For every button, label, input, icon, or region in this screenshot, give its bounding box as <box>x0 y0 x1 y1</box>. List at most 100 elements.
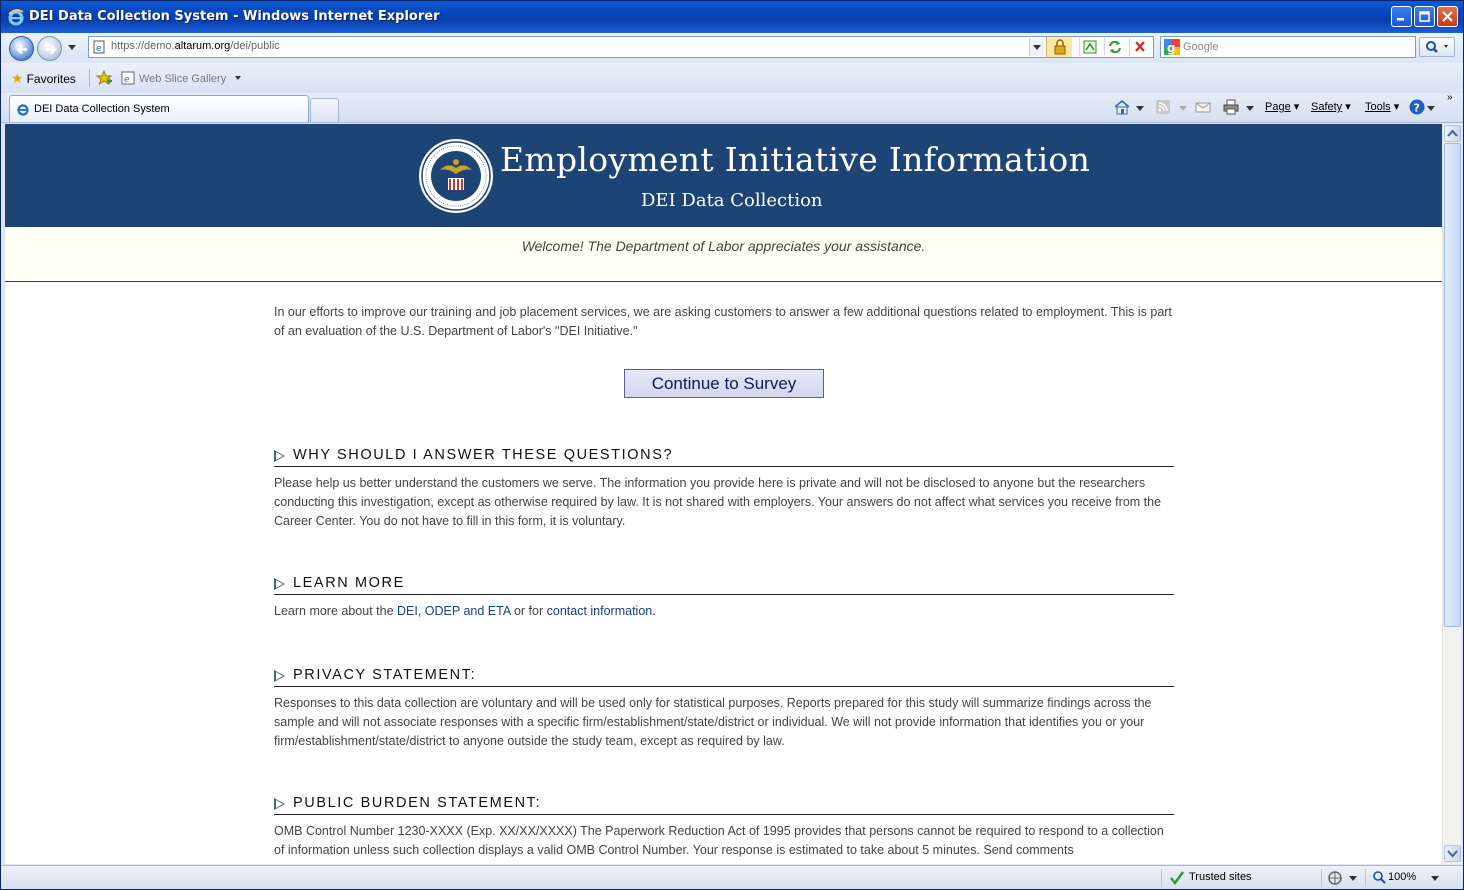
chevron-down-icon[interactable] <box>1431 876 1439 881</box>
section-privacy-title: PRIVACY STATEMENT: <box>293 667 477 683</box>
section-why-title: WHY SHOULD I ANSWER THESE QUESTIONS? <box>293 447 674 463</box>
url-prefix: https://demo. <box>111 40 175 52</box>
navigation-bar: e https://demo.altarum.org/dei/public g … <box>1 33 1463 63</box>
address-bar[interactable]: e https://demo.altarum.org/dei/public <box>88 36 1154 58</box>
web-slice-gallery-label: Web Slice Gallery <box>139 73 227 85</box>
internet-explorer-icon <box>17 104 29 116</box>
title-bar: DEI Data Collection System - Windows Int… <box>1 1 1463 33</box>
search-icon <box>1426 41 1448 53</box>
section-why: WHY SHOULD I ANSWER THESE QUESTIONS? Ple… <box>274 443 1174 531</box>
scroll-up-arrow-icon <box>1447 129 1458 137</box>
intro-text: In our efforts to improve our training a… <box>274 305 1172 338</box>
favorites-bar: ★ Favorites e Web Slice Gallery <box>1 63 1463 93</box>
browser-window: DEI Data Collection System - Windows Int… <box>0 0 1464 890</box>
odep-eta-link[interactable]: ODEP and ETA <box>425 604 511 618</box>
section-why-body: Please help us better understand the cus… <box>274 476 1162 528</box>
chevron-down-icon <box>1033 45 1041 50</box>
svg-text:e: e <box>96 44 102 54</box>
minimize-icon <box>1397 18 1404 21</box>
search-input[interactable]: g Google <box>1160 36 1416 58</box>
expand-triangle-icon <box>274 578 285 590</box>
chevron-down-icon[interactable] <box>1349 876 1357 881</box>
zoom-level[interactable]: 100% <box>1388 871 1416 883</box>
tools-menu[interactable]: Tools ▾ <box>1365 100 1399 113</box>
lock-icon <box>1054 39 1066 55</box>
scroll-down-button[interactable] <box>1444 845 1461 862</box>
stop-button[interactable] <box>1129 38 1149 56</box>
site-header: Employment Initiative Information DEI Da… <box>5 124 1442 227</box>
security-lock-button[interactable] <box>1046 37 1072 57</box>
google-logo-icon: g <box>1164 39 1180 55</box>
section-learn-more: LEARN MORE Learn more about the DEI, ODE… <box>274 571 1174 621</box>
chevron-down-icon[interactable] <box>1136 106 1144 111</box>
tools-menu-label: Tools <box>1365 101 1391 113</box>
new-tab-button[interactable] <box>310 98 339 122</box>
compatibility-view-button[interactable] <box>1079 38 1099 56</box>
help-icon[interactable]: ? <box>1408 98 1426 116</box>
safety-menu-label: Safety <box>1311 101 1343 113</box>
safety-menu[interactable]: Safety ▾ <box>1311 100 1351 113</box>
tab-bar: DEI Data Collection System Page ▾ Safety… <box>1 92 1463 123</box>
section-privacy-heading[interactable]: PRIVACY STATEMENT: <box>274 663 1174 687</box>
section-learn-more-heading[interactable]: LEARN MORE <box>274 571 1174 595</box>
dei-link[interactable]: DEI <box>397 604 418 618</box>
svg-text:?: ? <box>1414 102 1420 115</box>
search-placeholder: Google <box>1183 41 1219 53</box>
favorites-button[interactable]: ★ Favorites <box>11 70 76 87</box>
section-burden: PUBLIC BURDEN STATEMENT: OMB Control Num… <box>274 791 1174 860</box>
continue-to-survey-button[interactable]: Continue to Survey <box>624 369 824 398</box>
chevron-down-icon[interactable] <box>1246 106 1254 111</box>
window-title: DEI Data Collection System - Windows Int… <box>29 9 440 24</box>
security-zone[interactable]: Trusted sites <box>1189 871 1252 883</box>
print-icon[interactable] <box>1222 98 1240 116</box>
web-slice-gallery-link[interactable]: e Web Slice Gallery <box>121 71 242 85</box>
trusted-check-icon <box>1170 871 1184 885</box>
section-why-heading[interactable]: WHY SHOULD I ANSWER THESE QUESTIONS? <box>274 443 1174 467</box>
status-separator <box>1161 869 1162 887</box>
internet-explorer-icon <box>8 9 24 26</box>
recent-pages-dropdown-icon[interactable] <box>68 45 76 50</box>
url-domain: altarum.org <box>174 40 231 52</box>
tab-label: DEI Data Collection System <box>34 103 170 115</box>
forward-button[interactable] <box>37 36 62 61</box>
section-burden-body: OMB Control Number 1230-XXXX (Exp. XX/XX… <box>274 824 1164 857</box>
add-to-favorites-icon[interactable] <box>95 69 113 87</box>
favorites-label: Favorites <box>26 72 76 86</box>
web-slice-icon: e <box>121 71 135 85</box>
site-subtitle: DEI Data Collection <box>641 190 823 211</box>
maximize-button[interactable] <box>1414 6 1435 27</box>
protected-mode-icon[interactable] <box>1327 870 1345 886</box>
page-menu[interactable]: Page ▾ <box>1265 100 1299 113</box>
tab-dei-data-collection[interactable]: DEI Data Collection System <box>9 95 309 122</box>
scroll-up-button[interactable] <box>1444 125 1461 142</box>
read-mail-icon[interactable] <box>1194 98 1212 116</box>
back-button[interactable] <box>9 36 34 61</box>
chevron-down-icon[interactable] <box>1427 106 1435 111</box>
learn-more-text-middle: or for <box>510 604 547 618</box>
section-privacy: PRIVACY STATEMENT: Responses to this dat… <box>274 663 1174 751</box>
department-of-labor-seal-logo <box>419 139 493 213</box>
chevron-down-icon[interactable] <box>1179 106 1187 111</box>
svg-text:e: e <box>124 75 130 85</box>
back-arrow-icon <box>16 44 27 55</box>
zoom-icon <box>1373 871 1386 884</box>
learn-more-text: Learn more about the <box>274 604 397 618</box>
refresh-icon <box>1109 40 1121 54</box>
more-commands-chevron-icon[interactable]: » <box>1447 92 1453 103</box>
scroll-down-arrow-icon <box>1447 850 1458 858</box>
address-url: https://demo.altarum.org/dei/public <box>111 40 280 52</box>
vertical-scrollbar[interactable] <box>1442 124 1461 864</box>
refresh-button[interactable] <box>1104 38 1124 56</box>
contact-information-link[interactable]: contact information <box>547 604 653 618</box>
close-button[interactable] <box>1437 6 1458 27</box>
status-separator <box>1321 869 1322 887</box>
address-dropdown-button[interactable] <box>1029 38 1045 56</box>
expand-triangle-icon <box>274 450 285 462</box>
scroll-thumb[interactable] <box>1444 143 1461 627</box>
search-button[interactable] <box>1419 37 1455 57</box>
section-burden-heading[interactable]: PUBLIC BURDEN STATEMENT: <box>274 791 1174 815</box>
maximize-icon <box>1419 11 1430 22</box>
feeds-icon[interactable] <box>1154 98 1172 116</box>
minimize-button[interactable] <box>1391 6 1412 27</box>
home-icon[interactable] <box>1113 98 1131 116</box>
